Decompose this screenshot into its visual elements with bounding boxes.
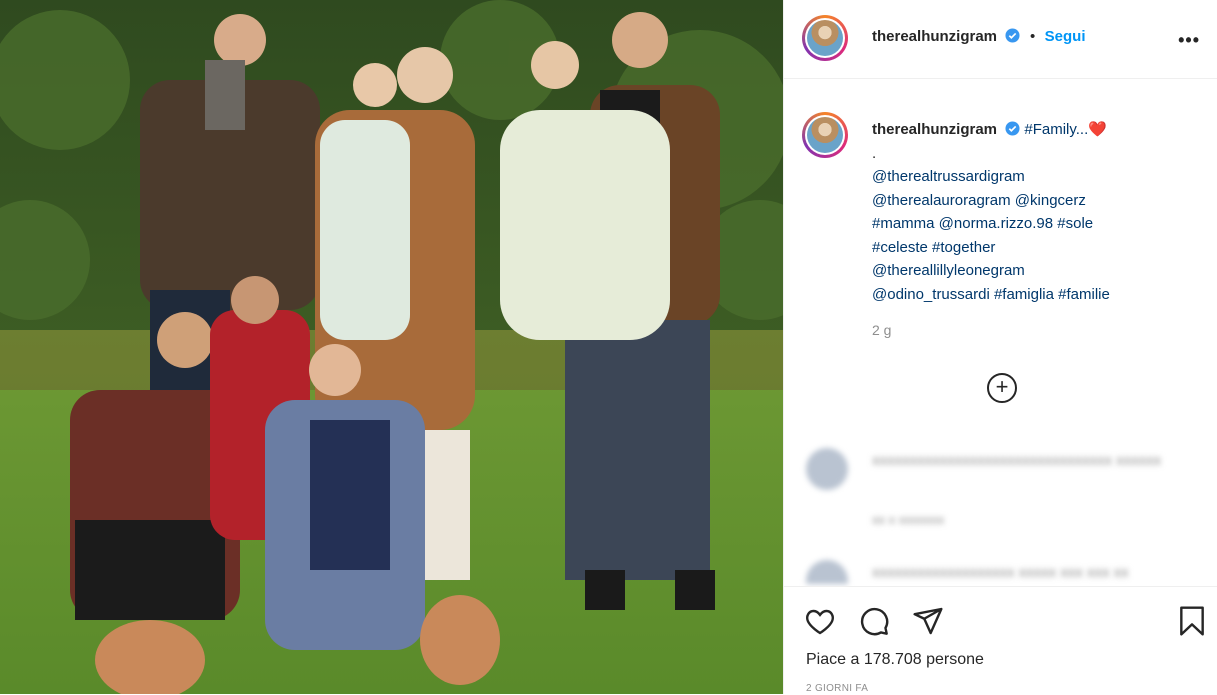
- bookmark-icon[interactable]: [1176, 605, 1208, 637]
- verified-badge-icon: [1005, 28, 1021, 43]
- paper-plane-icon[interactable]: [912, 605, 944, 637]
- header-separator: •: [1029, 28, 1036, 45]
- heart-icon[interactable]: [804, 605, 836, 637]
- post-side-panel: therealhunzigram • Segui ••• therealhunz…: [783, 0, 1217, 695]
- caption-line[interactable]: #mamma @norma.rizzo.98 #sole: [872, 212, 1192, 236]
- post-caption: therealhunzigram #Family...❤️ . @thereal…: [872, 118, 1192, 306]
- verified-badge-icon: [1005, 121, 1020, 136]
- load-more-comments-button[interactable]: +: [987, 373, 1017, 403]
- post-photo[interactable]: [0, 0, 783, 694]
- caption-line: .: [872, 144, 877, 162]
- comment-avatar[interactable]: [806, 560, 848, 584]
- post-time-ago: 2 GIORNI FA: [806, 683, 869, 694]
- post-header: therealhunzigram • Segui •••: [784, 0, 1217, 79]
- author-username[interactable]: therealhunzigram: [872, 28, 997, 45]
- caption-line[interactable]: #Family...❤️: [1024, 121, 1107, 138]
- caption-avatar[interactable]: [802, 112, 848, 158]
- post-actions-bar: Piace a 178.708 persone: [784, 586, 1217, 695]
- follow-button[interactable]: Segui: [1045, 28, 1086, 45]
- caption-line[interactable]: @therealtrussardigram: [872, 165, 1192, 189]
- comment-text: xxxxxxxxxxxxxxxxxxx xxxxx xxx xxx xx: [872, 564, 1129, 581]
- author-avatar[interactable]: [802, 15, 848, 61]
- caption-line[interactable]: #celeste #together: [872, 236, 1192, 260]
- caption-time: 2 g: [872, 322, 892, 338]
- comment-avatar[interactable]: [806, 448, 848, 490]
- comment-meta: xx x xxxxxxx: [872, 512, 945, 527]
- comment-icon[interactable]: [858, 605, 890, 637]
- family-photo-illustration: [0, 0, 783, 694]
- caption-line[interactable]: @odino_trussardi #famiglia #familie: [872, 283, 1192, 307]
- caption-line[interactable]: @thereallillyleonegram: [872, 259, 1192, 283]
- caption-username[interactable]: therealhunzigram: [872, 121, 997, 138]
- caption-line[interactable]: @therealauroragram @kingcerz: [872, 189, 1192, 213]
- comment-text: xxxxxxxxxxxxxxxxxxxxxxxxxxxxxxxx xxxxxx: [872, 452, 1162, 469]
- more-options-icon[interactable]: •••: [1178, 30, 1200, 51]
- likes-count[interactable]: Piace a 178.708 persone: [806, 651, 984, 669]
